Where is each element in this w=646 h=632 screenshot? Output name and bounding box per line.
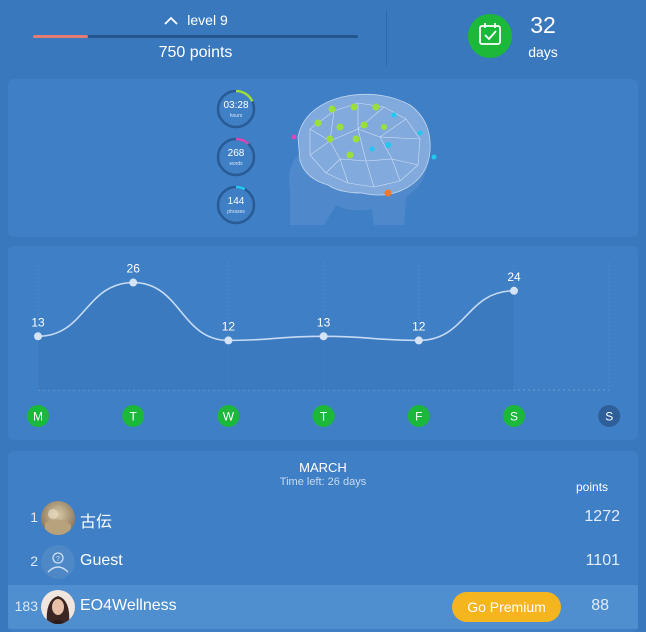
data-label: 13	[317, 315, 331, 329]
data-point	[129, 278, 138, 287]
data-point	[319, 332, 328, 341]
user-points: 88	[591, 597, 609, 614]
go-premium-button[interactable]: Go Premium	[452, 592, 561, 622]
points-column-header: points	[576, 480, 609, 494]
level-row: level 9	[33, 10, 358, 30]
rank: 2	[30, 553, 38, 569]
guest-icon: ?	[41, 545, 75, 579]
data-point	[224, 336, 233, 345]
brain-stats-card: 03:28 hours 268 words 144 phrases	[8, 79, 638, 237]
data-label: 24	[507, 270, 521, 284]
leaderboard-row[interactable]: 1 古伝 1272	[8, 496, 638, 540]
level-block: level 9 750 points	[33, 10, 358, 70]
leaderboard-month: MARCH	[299, 460, 347, 475]
username: Guest	[80, 552, 123, 569]
level-progress-bar	[33, 35, 358, 38]
data-point	[510, 286, 518, 295]
username: EO4Wellness	[80, 597, 177, 614]
phrases-stat: 144 phrases	[216, 185, 256, 225]
weekly-chart-card: 13 M 26 T 12 W 13 T 12 F 24 S S	[8, 246, 638, 440]
level-progress-fill	[33, 35, 89, 38]
username: 古伝	[80, 514, 113, 531]
data-label: 13	[31, 315, 45, 329]
phrases-label: phrases	[227, 209, 245, 215]
chevron-up-icon	[163, 11, 179, 31]
stats-header: level 9 750 points 32 days	[0, 0, 646, 78]
day-label: S	[605, 410, 613, 424]
header-divider	[386, 10, 387, 66]
streak-days-label: days	[528, 44, 558, 60]
day-label: T	[130, 410, 138, 424]
level-label: level 9	[187, 12, 228, 28]
avatar	[41, 501, 75, 535]
phrases-value: 144	[227, 196, 245, 207]
day-label: F	[415, 410, 422, 424]
data-label: 12	[412, 319, 426, 333]
data-label: 12	[222, 319, 236, 333]
words-stat: 268 words	[216, 137, 256, 177]
points-label: 750 points	[158, 44, 233, 61]
day-label: M	[33, 410, 43, 424]
leaderboard-card: MARCH Time left: 26 days points 1 古伝 127…	[8, 451, 638, 632]
day-label: W	[223, 410, 235, 424]
svg-text:?: ?	[56, 556, 60, 563]
leaderboard-time-left: Time left: 26 days	[279, 476, 367, 488]
user-points: 1272	[584, 508, 620, 525]
calendar-check-icon	[477, 21, 503, 52]
brain-illustration	[289, 93, 437, 225]
series-area	[38, 282, 514, 390]
hours-stat: 03:28 hours	[216, 89, 256, 129]
day-label: S	[510, 410, 518, 424]
day-label: T	[320, 410, 328, 424]
avatar	[41, 590, 75, 624]
user-points: 1101	[585, 552, 620, 569]
data-label: 26	[127, 262, 141, 276]
rank: 1	[30, 509, 38, 525]
current-user-row[interactable]: 183 EO4Wellness Go Premium 88	[8, 585, 638, 629]
data-point	[414, 336, 423, 345]
words-value: 268	[227, 148, 245, 159]
streak-days-count: 32	[530, 12, 556, 38]
hours-value: 03:28	[223, 100, 249, 111]
words-label: words	[229, 161, 243, 167]
leaderboard-row[interactable]: 2 ? Guest 1101	[8, 540, 638, 584]
streak-calendar-button[interactable]	[468, 14, 512, 58]
hours-label: hours	[229, 113, 243, 119]
rank: 183	[14, 598, 38, 614]
weekly-points-chart: 13 M 26 T 12 W 13 T 12 F 24 S S	[27, 262, 621, 427]
data-point	[34, 332, 42, 341]
